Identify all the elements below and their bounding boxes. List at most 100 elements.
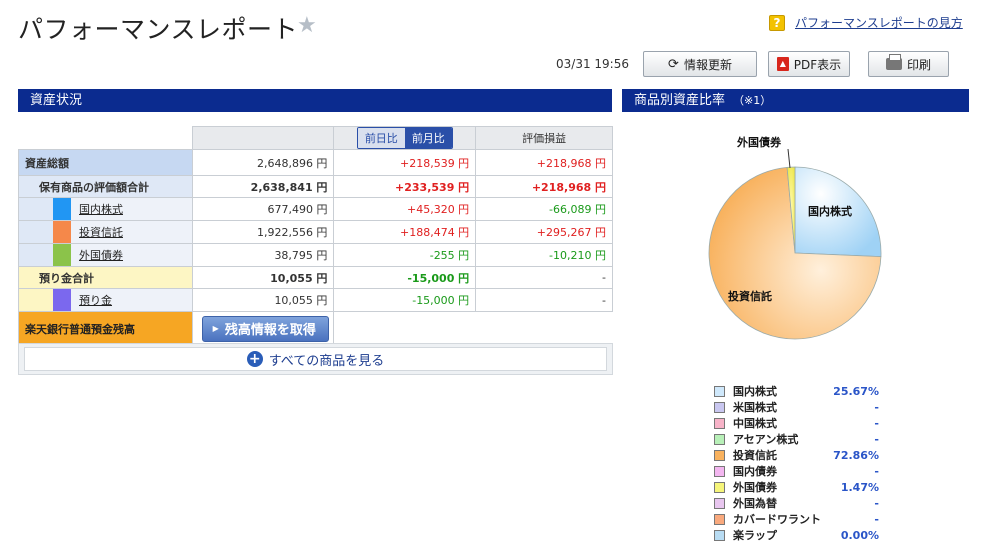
deposit-total-change: -15,000 円 — [333, 266, 477, 289]
legend-item: カバードワラント - — [714, 511, 879, 527]
pie-label-foreign-bond: 外国債券 — [736, 135, 782, 149]
foreign-bond-value: 38,795 円 — [191, 243, 335, 267]
item-domestic-link[interactable]: 国内株式 — [79, 201, 123, 217]
deposit-eval: - — [475, 288, 613, 312]
page-title: パフォーマンスレポート — [18, 15, 299, 44]
legend-value: 72.86% — [833, 448, 879, 462]
favorite-star-icon[interactable]: ★ — [297, 13, 317, 38]
ratio-note: （※1） — [733, 94, 772, 107]
print-button[interactable]: 印刷 — [868, 51, 949, 77]
deposit-total-value: 10,055 円 — [191, 266, 335, 289]
legend-item: 国内債券 - — [714, 463, 879, 479]
rakuten-bank-label: 楽天銀行普通預金残高 — [18, 311, 193, 346]
triangle-right-icon: ▶ — [212, 324, 219, 333]
print-label: 印刷 — [906, 57, 931, 72]
legend-value: - — [874, 496, 879, 510]
domestic-change: +45,320 円 — [333, 197, 477, 221]
fund-swatch — [53, 221, 71, 243]
table-row: 預り金合計 10,055 円 -15,000 円 - — [18, 266, 613, 289]
item-fund-link[interactable]: 投資信託 — [79, 224, 123, 240]
fund-value: 1,922,556 円 — [191, 220, 335, 244]
table-row: 国内株式 677,490 円 +45,320 円 -66,089 円 — [18, 197, 613, 221]
ratio-section-header: 商品別資産比率 （※1） — [622, 89, 969, 112]
pdf-icon: ▲ — [776, 57, 789, 71]
legend-item: 楽ラップ 0.00% — [714, 527, 879, 543]
domestic-swatch — [53, 198, 71, 220]
period-toggle: 前日比 前月比 — [356, 127, 453, 149]
item-deposit-cell: 預り金 — [18, 288, 193, 312]
legend-name: 国内株式 — [733, 385, 777, 398]
fund-change: +188,474 円 — [333, 220, 477, 244]
item-deposit-link[interactable]: 預り金 — [79, 292, 112, 308]
holdings-eval: +218,968 円 — [475, 175, 613, 198]
legend-value: 25.67% — [833, 384, 879, 398]
foreign-bond-change: -255 円 — [333, 243, 477, 267]
refresh-label: 情報更新 — [683, 57, 732, 72]
asset-ratio-pie-chart: 国内株式 投資信託 外国債券 — [708, 135, 882, 340]
item-fund-cell: 投資信託 — [18, 220, 193, 244]
header-value — [191, 126, 335, 150]
legend-name: 楽ラップ — [733, 529, 777, 542]
legend-name: 中国株式 — [733, 417, 777, 430]
deposit-total-eval: - — [475, 266, 613, 289]
legend-name: アセアン株式 — [733, 433, 799, 446]
legend-swatch — [714, 497, 725, 509]
legend-swatch — [714, 401, 725, 413]
header-toggle: 前日比 前月比 — [333, 126, 477, 150]
legend-swatch — [714, 529, 725, 541]
legend-name: 米国株式 — [733, 401, 777, 414]
help-icon: ? — [769, 14, 785, 31]
pie-label-domestic: 国内株式 — [808, 204, 852, 218]
legend-name: カバードワラント — [733, 513, 821, 526]
legend-item: 外国為替 - — [714, 495, 879, 511]
header-blank — [18, 126, 193, 150]
domestic-value: 677,490 円 — [191, 197, 335, 221]
item-foreign-bond-link[interactable]: 外国債券 — [79, 247, 123, 263]
legend-name: 外国為替 — [733, 497, 777, 510]
legend-swatch — [714, 513, 725, 525]
legend-swatch — [714, 465, 725, 477]
legend-swatch — [714, 385, 725, 397]
legend-item: 国内株式 25.67% — [714, 383, 879, 399]
toggle-day[interactable]: 前日比 — [357, 128, 405, 148]
legend-swatch — [714, 481, 725, 493]
legend-name: 国内債券 — [733, 465, 777, 478]
deposit-change: -15,000 円 — [333, 288, 477, 312]
table-row: 資産総額 2,648,896 円 +218,539 円 +218,968 円 — [18, 149, 613, 176]
deposit-swatch — [53, 289, 71, 311]
legend-item: 投資信託 72.86% — [714, 447, 879, 463]
help-link[interactable]: パフォーマンスレポートの見方 — [795, 14, 963, 31]
legend-swatch — [714, 433, 725, 445]
foreign-bond-eval: -10,210 円 — [475, 243, 613, 267]
total-value: 2,648,896 円 — [191, 149, 335, 176]
legend-swatch — [714, 449, 725, 461]
legend-value: - — [874, 512, 879, 526]
item-foreign-bond-cell: 外国債券 — [18, 243, 193, 267]
domestic-eval: -66,089 円 — [475, 197, 613, 221]
table-row: 預り金 10,055 円 -15,000 円 - — [18, 288, 613, 312]
assets-section-title: 資産状況 — [30, 93, 83, 108]
holdings-change: +233,539 円 — [333, 175, 477, 198]
help-area: ? パフォーマンスレポートの見方 — [769, 14, 963, 31]
legend-value: 1.47% — [840, 480, 879, 494]
pdf-button[interactable]: ▲ PDF表示 — [768, 51, 850, 77]
all-products-bar: + すべての商品を見る — [18, 343, 613, 375]
timestamp: 03/31 19:56 — [556, 57, 629, 71]
legend-value: - — [874, 400, 879, 414]
legend-value: 0.00% — [840, 528, 879, 542]
header-eval: 評価損益 — [475, 126, 613, 150]
assets-section-header: 資産状況 — [18, 89, 612, 112]
pie-label-fund: 投資信託 — [728, 289, 772, 303]
fetch-balance-button[interactable]: ▶ 残高情報を取得 — [201, 315, 329, 342]
holdings-label: 保有商品の評価額合計 — [18, 175, 193, 198]
legend-swatch — [714, 417, 725, 429]
all-products-button[interactable]: + すべての商品を見る — [24, 347, 607, 371]
table-row: 外国債券 38,795 円 -255 円 -10,210 円 — [18, 243, 613, 267]
legend-item: アセアン株式 - — [714, 431, 879, 447]
toggle-month[interactable]: 前月比 — [404, 128, 452, 148]
asset-legend: 国内株式 25.67% 米国株式 - 中国株式 - アセアン株式 - 投資信託 72.86% 国内債… — [714, 383, 879, 543]
table-row: 投資信託 1,922,556 円 +188,474 円 +295,267 円 — [18, 220, 613, 244]
refresh-button[interactable]: ⟳ 情報更新 — [643, 51, 757, 77]
holdings-value: 2,638,841 円 — [191, 175, 335, 198]
printer-icon — [885, 54, 902, 70]
